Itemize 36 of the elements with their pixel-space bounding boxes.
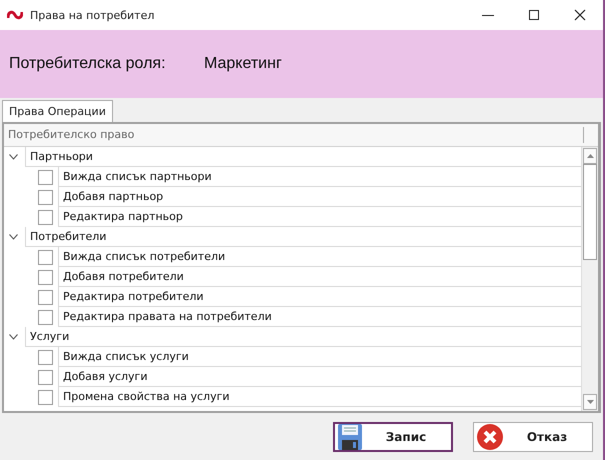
checkbox[interactable] [38, 190, 53, 204]
maximize-icon [528, 9, 540, 21]
window-title: Права на потребител [30, 8, 154, 22]
checkbox[interactable] [38, 310, 53, 324]
app-logo-icon [7, 10, 23, 20]
checkbox[interactable] [38, 370, 53, 384]
group-label: Услуги [25, 327, 581, 347]
checkbox[interactable] [38, 350, 53, 364]
save-button[interactable]: Запис [333, 422, 453, 452]
role-label: Потребителска роля: [9, 55, 167, 73]
permission-label: Редактира партньор [58, 207, 581, 227]
permission-label: Вижда списък потребители [58, 247, 581, 267]
close-icon [574, 9, 586, 21]
checkbox[interactable] [38, 270, 53, 284]
cancel-icon [476, 422, 504, 450]
permission-label: Вижда списък партньори [58, 167, 581, 187]
permission-label: Промена свойства на услуги [58, 387, 581, 407]
scrollbar[interactable] [581, 147, 598, 411]
group-label: Партньори [25, 147, 581, 167]
scroll-down-icon[interactable] [586, 400, 594, 404]
scroll-up-icon[interactable] [586, 154, 594, 158]
checkbox[interactable] [38, 290, 53, 304]
checkbox[interactable] [38, 170, 53, 184]
checkbox[interactable] [38, 390, 53, 404]
group-label: Потребители [25, 227, 581, 247]
tab[interactable]: Права Операции [2, 100, 113, 122]
permission-label: Редактира потребители [58, 287, 581, 307]
permission-label: Добавя услуги [58, 367, 581, 387]
permission-label: Редактира правата на потребители [58, 307, 581, 327]
checkbox[interactable] [38, 210, 53, 224]
checkbox[interactable] [38, 250, 53, 264]
permission-label: Добавя потребители [58, 267, 581, 287]
cancel-button[interactable]: Отказ [473, 422, 593, 452]
permission-label: Вижда списък услуги [58, 347, 581, 367]
permission-label: Добавя партньор [58, 187, 581, 207]
role-value: Маркетинг [204, 55, 282, 73]
